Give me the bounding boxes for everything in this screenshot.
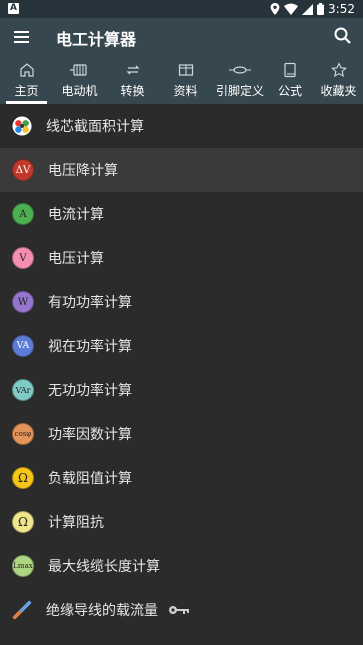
signal-icon [302,3,314,15]
location-icon [270,3,280,15]
power-factor-icon: cosφ [12,423,34,445]
star-icon [330,62,347,78]
list-item-active-power[interactable]: W 有功功率计算 [0,280,363,324]
page-title: 电工计算器 [56,30,137,49]
list-item-label: 计算阻抗 [48,515,104,531]
current-icon: A [12,203,34,225]
tab-home[interactable]: 主页 [0,56,53,104]
list-item-label: 电流计算 [48,207,104,223]
list-item-max-cable-length[interactable]: Lmax 最大线缆长度计算 [0,544,363,588]
key-icon [169,606,189,614]
list-item-impedance[interactable]: Ω 计算阻抗 [0,500,363,544]
search-button[interactable] [331,24,355,48]
list-item-label: 电压计算 [48,251,104,267]
clock: 3:52 [328,2,355,16]
list-item-label: 绝缘导线的载流量 [46,603,158,619]
tab-reference[interactable]: 资料 [159,56,212,104]
tab-pinout[interactable]: 引脚定义 [212,56,268,104]
list-item-apparent-power[interactable]: VA 视在功率计算 [0,324,363,368]
voltage-drop-icon: ΔV [12,159,34,181]
tab-favorites[interactable]: 收藏夹 [312,56,363,104]
convert-icon [125,65,140,75]
status-bar: A 3:52 [0,0,363,18]
apparent-power-icon: VA [12,335,34,357]
list-item-power-factor[interactable]: cosφ 功率因数计算 [0,412,363,456]
cable-length-icon: Lmax [12,555,34,577]
search-icon [334,27,351,44]
wifi-icon [284,3,299,15]
list-item-voltage-drop[interactable]: ΔV 电压降计算 [0,148,363,192]
list-item-label: 有功功率计算 [48,295,132,311]
list-item-label: 线芯截面积计算 [46,119,144,135]
list-item-label: 功率因数计算 [48,427,132,443]
voltage-icon: V [12,247,34,269]
ohm-icon: Ω [12,467,34,489]
list-item-ampacity[interactable]: 绝缘导线的载流量 [0,588,363,632]
list-item-cross-section[interactable]: 线芯截面积计算 [0,104,363,148]
ohm-icon: Ω [12,511,34,533]
list-item-label: 最大线缆长度计算 [48,559,160,575]
list-item-load-resistance[interactable]: Ω 负载阻值计算 [0,456,363,500]
tab-convert[interactable]: 转换 [106,56,159,104]
app-toolbar: 电工计算器 [0,18,363,56]
battery-icon [317,3,325,15]
list-item-current[interactable]: A 电流计算 [0,192,363,236]
list-item-label: 电压降计算 [48,163,118,179]
list-item-reactive-power[interactable]: VAr 无功功率计算 [0,368,363,412]
tab-motor[interactable]: 电动机 [53,56,106,104]
home-icon [19,63,34,77]
list-item-voltage[interactable]: V 电压计算 [0,236,363,280]
list-item-label: 视在功率计算 [48,339,132,355]
wire-icon [12,600,32,620]
list-item-label: 负载阻值计算 [48,471,132,487]
notification-app-icon: A [8,3,19,14]
menu-button[interactable] [10,25,34,49]
table-icon [178,64,193,76]
book-icon [284,62,296,78]
pinout-icon [229,66,251,74]
active-power-icon: W [12,291,34,313]
color-wheel-icon [12,116,32,136]
tab-formula[interactable]: 公式 [268,56,312,104]
motor-icon [69,64,87,76]
calculator-list: 线芯截面积计算 ΔV 电压降计算 A 电流计算 V 电压计算 W 有功功率计算 … [0,104,363,632]
reactive-power-icon: VAr [12,379,34,401]
tab-bar: 主页 电动机 转换 资料 引脚定义 公式 收藏夹 [0,56,363,104]
list-item-label: 无功功率计算 [48,383,132,399]
